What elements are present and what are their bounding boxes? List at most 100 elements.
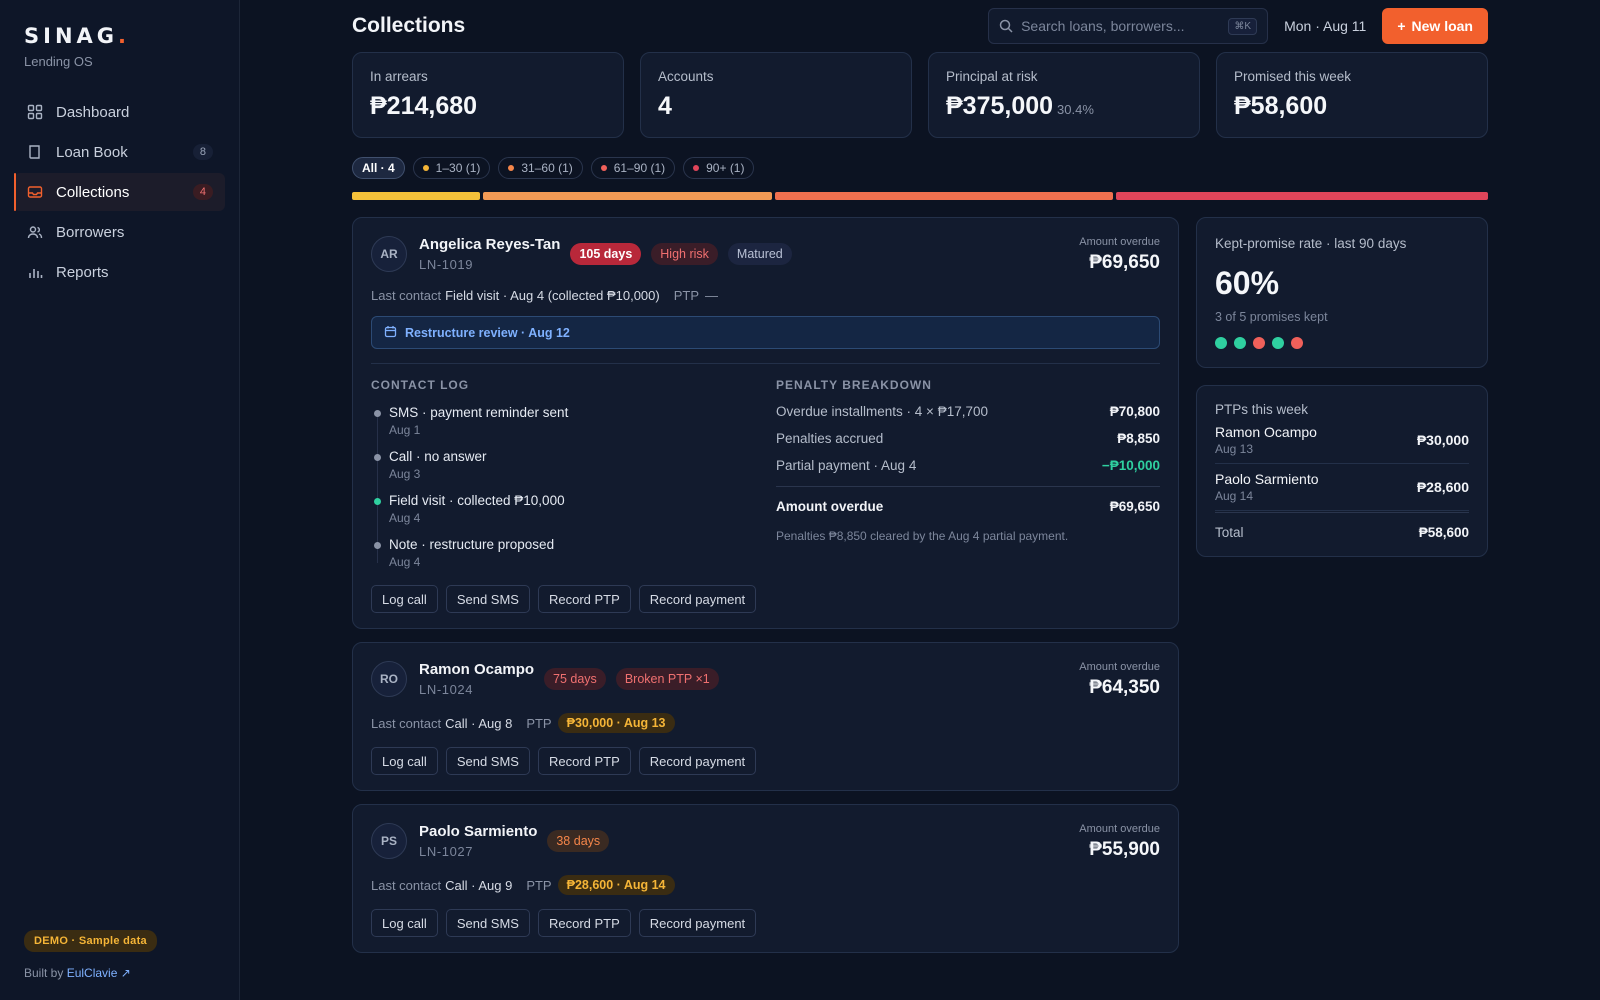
sidebar-item-label: Reports — [56, 263, 109, 281]
stat-value: 4 — [658, 92, 894, 121]
send-sms-button[interactable]: Send SMS — [445, 747, 530, 775]
sidebar-item-borrowers[interactable]: Borrowers — [14, 213, 225, 251]
sidebar: SINAG. Lending OS Dashboard Loan Book 8 Col… — [0, 0, 240, 1000]
sidebar-item-count: 4 — [192, 184, 213, 200]
penalty-value: ₱8,850 — [1117, 431, 1160, 446]
restructure-banner[interactable]: Restructure review · Aug 12 — [371, 316, 1160, 349]
log-call-button[interactable]: Log call — [371, 747, 438, 775]
penalty-value: ₱70,800 — [1109, 404, 1160, 419]
sidebar-item-label: Loan Book — [56, 143, 128, 161]
kept-promise-label: Kept-promise rate · last 90 days — [1215, 236, 1407, 251]
filter-chip[interactable]: 90+ (1) — [683, 157, 755, 179]
stats-row: In arrears ₱214,680 Accounts 4 Principal at … — [352, 52, 1488, 138]
log-entry: Call · no answer Aug 3 — [371, 449, 776, 481]
stat-label: Accounts — [658, 69, 714, 84]
send-sms-button[interactable]: Send SMS — [445, 585, 530, 613]
inbox-icon — [26, 183, 44, 201]
sidebar-item-dashboard[interactable]: Dashboard — [14, 93, 225, 131]
ptps-label: PTPs this week — [1215, 402, 1309, 417]
stat-sub: 30.4% — [1057, 102, 1094, 117]
divider — [371, 363, 1160, 364]
filter-chip[interactable]: 61–90 (1) — [590, 157, 676, 179]
built-by: Built by EulClavie ↗ — [24, 966, 131, 980]
sidebar-item-label: Collections — [56, 183, 130, 201]
amount-label: Amount overdue — [1079, 236, 1160, 248]
author-link[interactable]: EulClavie ↗ — [67, 966, 131, 980]
bucket-dot — [508, 165, 515, 171]
status-badge: 75 days — [544, 668, 606, 690]
filter-chip[interactable]: All · 4 — [352, 157, 405, 179]
filter-chip-label: 61–90 (1) — [613, 161, 666, 175]
ptp-value: ₱28,600 · Aug 14 — [557, 875, 675, 895]
search-icon — [999, 19, 1013, 33]
search-input[interactable] — [1021, 18, 1229, 34]
aging-filters: All · 4 1–30 (1) 31–60 (1) 61–90 (1) 90+ (1) — [352, 156, 1600, 180]
log-title: Call · no answer — [389, 449, 487, 464]
ptp-label: PTP — [526, 877, 552, 893]
log-date: Aug 4 — [389, 555, 421, 569]
book-icon — [26, 143, 44, 161]
aging-segment — [483, 192, 772, 200]
aging-bar — [352, 192, 1488, 200]
last-contact-label: Last contact — [371, 877, 442, 893]
borrower-info: Paolo Sarmiento LN-1027 — [419, 823, 537, 859]
promise-dot — [1272, 337, 1284, 349]
promise-dots — [1215, 337, 1469, 349]
search-box[interactable]: ⌘K — [988, 8, 1269, 44]
account-actions: Log call Send SMS Record PTP Record payment — [371, 585, 1160, 613]
stat-label: In arrears — [370, 69, 428, 84]
log-dot — [374, 542, 381, 549]
stat-label: Principal at risk — [946, 69, 1038, 84]
new-loan-button[interactable]: + New loan — [1382, 8, 1488, 44]
sidebar-item-count: 8 — [192, 144, 213, 160]
stat-number: 4 — [658, 92, 672, 120]
contact-log: CONTACT LOG SMS · payment reminder sent Au… — [371, 378, 776, 581]
log-call-button[interactable]: Log call — [371, 585, 438, 613]
ptp-row[interactable]: Ramon Ocampo Aug 13 ₱30,000 — [1215, 417, 1469, 464]
filter-chip[interactable]: 1–30 (1) — [412, 157, 491, 179]
sidebar-item-loan-book[interactable]: Loan Book 8 — [14, 133, 225, 171]
ptp-info: Ramon Ocampo Aug 13 — [1215, 424, 1317, 456]
stat-number: ₱58,600 — [1234, 92, 1328, 120]
penalty-row: Penalties accrued ₱8,850 — [776, 431, 1160, 446]
sidebar-item-collections[interactable]: Collections 4 — [14, 173, 225, 211]
sidebar-item-reports[interactable]: Reports — [14, 253, 225, 291]
amount-overdue: Amount overdue ₱69,650 — [1079, 236, 1160, 274]
record-payment-button[interactable]: Record payment — [638, 585, 757, 613]
penalty-label: Partial payment · Aug 4 — [776, 458, 917, 473]
borrower-info: Ramon Ocampo LN-1024 — [419, 661, 534, 697]
record-payment-button[interactable]: Record payment — [638, 747, 757, 775]
log-title: Note · restructure proposed — [389, 537, 555, 552]
borrower-name[interactable]: Ramon Ocampo — [419, 661, 534, 678]
ptp-name: Paolo Sarmiento — [1215, 471, 1319, 487]
bucket-dot — [600, 165, 607, 171]
record-ptp-button[interactable]: Record PTP — [537, 585, 631, 613]
brand-logo[interactable]: SINAG. — [14, 24, 225, 48]
borrower-name[interactable]: Paolo Sarmiento — [419, 823, 537, 840]
stat-card: Principal at risk ₱375,000 30.4% — [928, 52, 1200, 138]
filter-chip-label: 90+ (1) — [706, 161, 745, 175]
log-call-button[interactable]: Log call — [371, 909, 438, 937]
ptp-row[interactable]: Paolo Sarmiento Aug 14 ₱28,600 — [1215, 464, 1469, 511]
ptp-name: Ramon Ocampo — [1215, 424, 1317, 440]
ptps-total: Total ₱58,600 — [1215, 512, 1469, 540]
loan-id: LN-1027 — [419, 844, 474, 859]
ptp-value: — — [705, 288, 719, 303]
filter-chip[interactable]: 31–60 (1) — [498, 157, 583, 179]
status-badge: 38 days — [547, 830, 610, 852]
penalty-row: Overdue installments · 4 × ₱17,700 ₱70,80… — [776, 404, 1160, 419]
grid-icon — [26, 103, 44, 121]
borrower-name[interactable]: Angelica Reyes-Tan — [419, 236, 560, 253]
penalty-total-label: Amount overdue — [776, 499, 884, 514]
demo-badge: DEMO · Sample data — [24, 930, 157, 952]
log-dot — [374, 454, 381, 461]
log-entry: SMS · payment reminder sent Aug 1 — [371, 405, 776, 437]
main-content: Collections ⌘K Mon · Aug 11 + New loan In… — [240, 0, 1600, 1000]
bar-chart-icon — [26, 263, 44, 281]
record-payment-button[interactable]: Record payment — [638, 909, 757, 937]
ptp-date: Aug 14 — [1215, 489, 1254, 503]
contact-log-list: SMS · payment reminder sent Aug 1 Call · n… — [371, 405, 776, 569]
record-ptp-button[interactable]: Record PTP — [537, 747, 631, 775]
send-sms-button[interactable]: Send SMS — [445, 909, 530, 937]
record-ptp-button[interactable]: Record PTP — [537, 909, 631, 937]
